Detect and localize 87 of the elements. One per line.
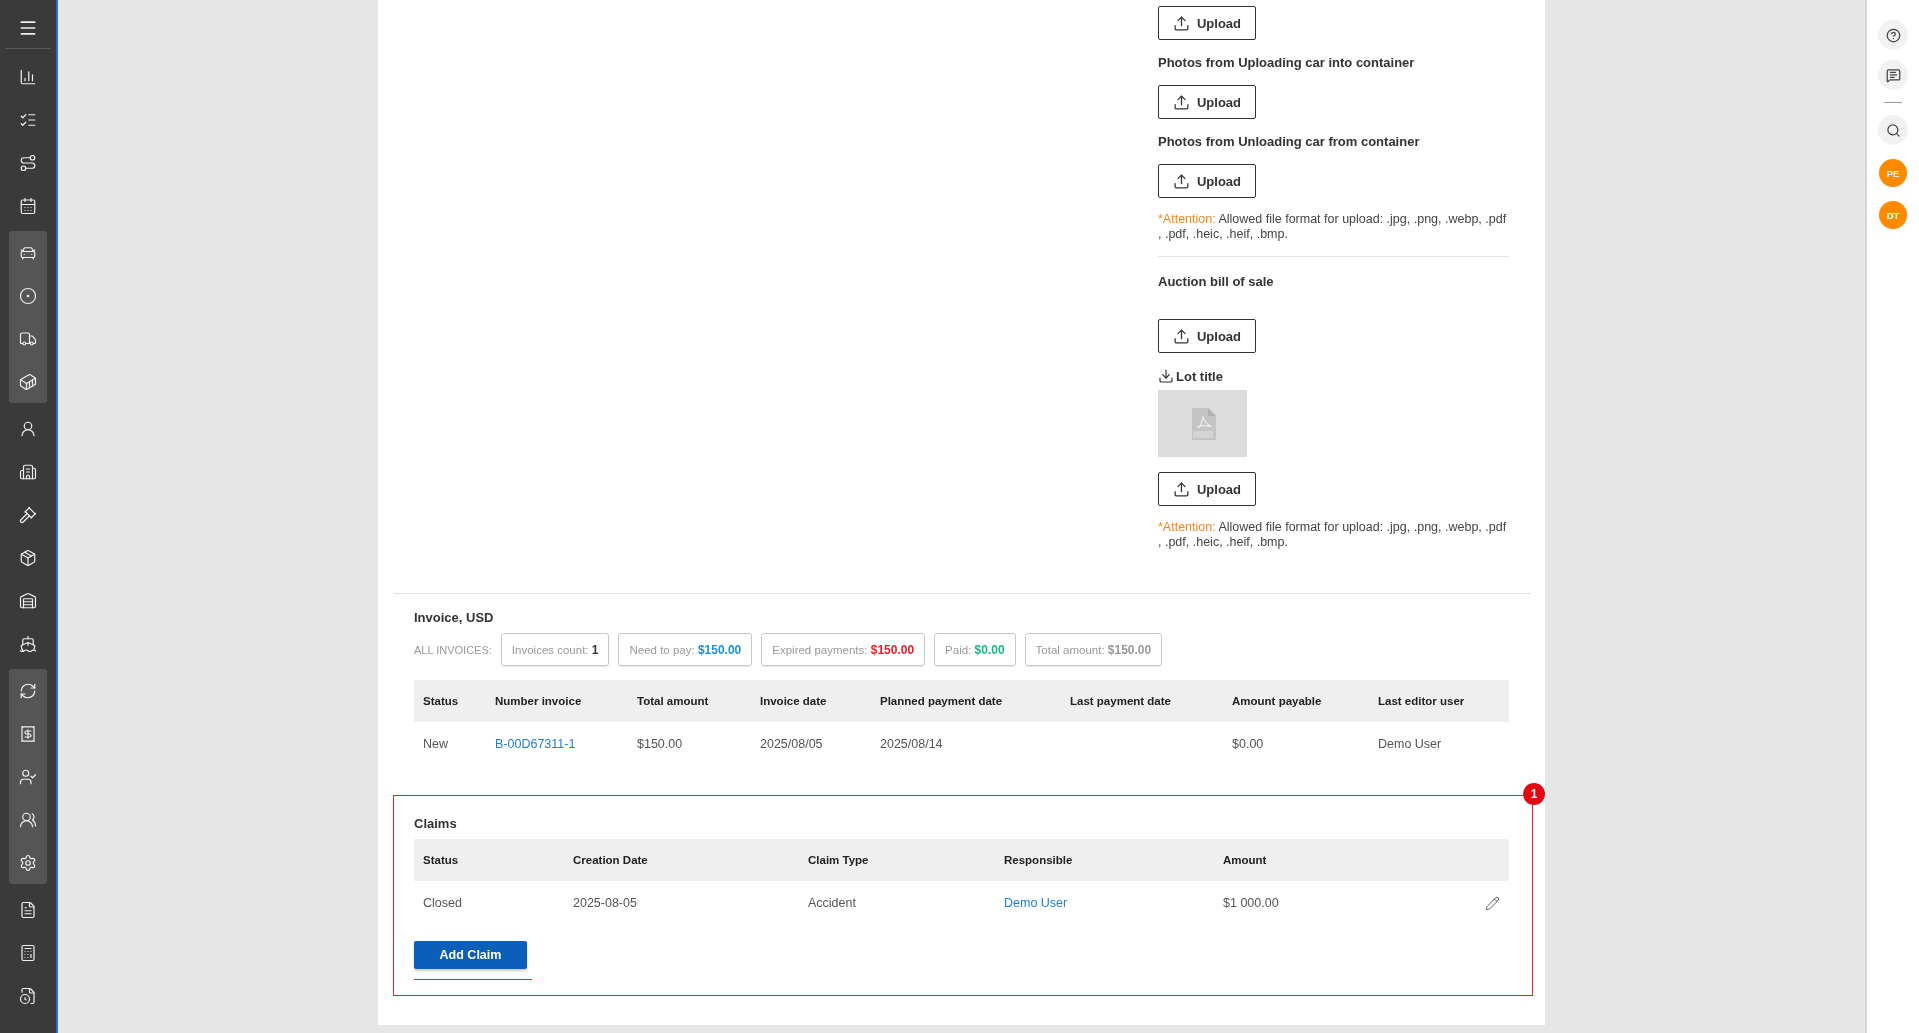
upload-icon	[1172, 480, 1190, 498]
attention-note: *Attention: Allowed file format for upload: .jpg, .png, .webp, .pdf , .pdf, .heic, .heif, .bmp.	[1158, 212, 1508, 242]
upload-icon	[1172, 93, 1190, 111]
column-header: Amount	[1214, 839, 1374, 881]
table-cell: New	[414, 722, 486, 766]
document-icon	[19, 900, 37, 919]
help-button[interactable]	[1878, 20, 1908, 50]
section-title: Invoice, USD	[414, 610, 495, 625]
column-header: Status	[414, 839, 564, 881]
warehouse-icon	[19, 591, 37, 610]
nav-button[interactable]	[9, 841, 47, 884]
column-header: Invoice date	[751, 680, 871, 722]
table-cell: $0.00	[1223, 722, 1369, 766]
summary-label: ALL INVOICES:	[414, 643, 492, 656]
add-claim-button[interactable]: Add Claim	[414, 941, 527, 969]
column-header: Planned payment date	[871, 680, 1061, 722]
nav-button[interactable]	[9, 360, 47, 403]
column-header: Total amount	[628, 680, 751, 722]
column-header: Status	[414, 680, 486, 722]
users-icon	[19, 810, 37, 829]
table-cell: Demo User	[1369, 722, 1509, 766]
annotation-badge: 1	[1523, 783, 1545, 805]
ship-icon	[19, 634, 37, 653]
summary-chip: Expired payments: $150.00	[761, 633, 926, 666]
attention-note: *Attention: Allowed file format for upload: .jpg, .png, .webp, .pdf , .pdf, .heic, .heif, .bmp.	[1158, 520, 1508, 550]
pencil-icon	[1485, 895, 1500, 911]
wheel-icon	[19, 286, 37, 305]
column-header: Number invoice	[486, 680, 628, 722]
table-cell: 2025/08/05	[751, 722, 871, 766]
pdf-thumbnail[interactable]	[1158, 390, 1247, 457]
chat-button[interactable]	[1878, 60, 1908, 90]
upload-button[interactable]: Upload	[1158, 6, 1256, 40]
upload-section-heading: Photos from Uploading car into container	[1158, 55, 1415, 70]
summary-chip: Paid: $0.00	[934, 633, 1016, 666]
nav-button[interactable]	[9, 669, 47, 712]
upload-button[interactable]: Upload	[1158, 85, 1256, 119]
nav-button[interactable]	[9, 231, 47, 274]
section-title: Claims	[414, 816, 458, 831]
truck-icon	[19, 329, 37, 348]
user-check-icon	[19, 767, 37, 786]
pdf-file-icon	[1189, 407, 1216, 440]
table-cell: 2025/08/14	[871, 722, 1061, 766]
user-icon	[19, 419, 37, 438]
upload-icon	[1172, 327, 1190, 345]
search-icon	[1885, 122, 1901, 138]
table-link[interactable]: Demo User	[1004, 896, 1068, 910]
route-icon	[19, 153, 37, 172]
table-cell: Closed	[414, 881, 564, 925]
table-cell: Accident	[799, 881, 995, 925]
summary-chip: Need to pay: $150.00	[618, 633, 753, 666]
upload-section-heading: Auction bill of sale	[1158, 274, 1274, 289]
upload-icon	[1172, 172, 1190, 190]
refresh-icon	[19, 681, 37, 700]
table-cell: $1 000.00	[1214, 881, 1374, 925]
upload-icon	[1172, 14, 1190, 32]
gear-icon	[19, 853, 37, 872]
summary-chip: Invoices count: 1	[500, 633, 610, 666]
upload-button[interactable]: Upload	[1158, 472, 1256, 506]
bar-chart-icon	[19, 67, 37, 86]
help-icon	[1885, 27, 1901, 43]
column-header: Last editor user	[1369, 680, 1509, 722]
receipt-icon	[19, 724, 37, 743]
menu-icon[interactable]	[18, 18, 38, 38]
table-cell: $150.00	[628, 722, 751, 766]
file-title: Lot title	[1176, 369, 1223, 384]
search-button[interactable]	[1878, 115, 1908, 145]
file-clock-icon	[19, 986, 37, 1005]
summary-chip: Total amount: $150.00	[1024, 633, 1163, 666]
column-header: Responsible	[995, 839, 1214, 881]
chat-icon	[1885, 67, 1901, 83]
package-icon	[19, 548, 37, 567]
edit-button[interactable]	[1485, 895, 1500, 911]
download-icon[interactable]	[1158, 368, 1174, 384]
building-icon	[19, 462, 37, 481]
table-cell: 2025-08-05	[564, 881, 799, 925]
column-header: Claim Type	[799, 839, 995, 881]
upload-button[interactable]: Upload	[1158, 319, 1256, 353]
upload-section-heading: Photos from Unloading car from container	[1158, 134, 1420, 149]
calendar-icon	[19, 196, 37, 215]
table-link[interactable]: B-00D67311-1	[495, 737, 576, 751]
column-header: Creation Date	[564, 839, 799, 881]
column-header: Amount payable	[1223, 680, 1369, 722]
calculator-icon	[19, 943, 37, 962]
gavel-icon	[19, 505, 37, 524]
container-icon	[19, 372, 37, 391]
column-header: Last payment date	[1061, 680, 1223, 722]
upload-button[interactable]: Upload	[1158, 164, 1256, 198]
